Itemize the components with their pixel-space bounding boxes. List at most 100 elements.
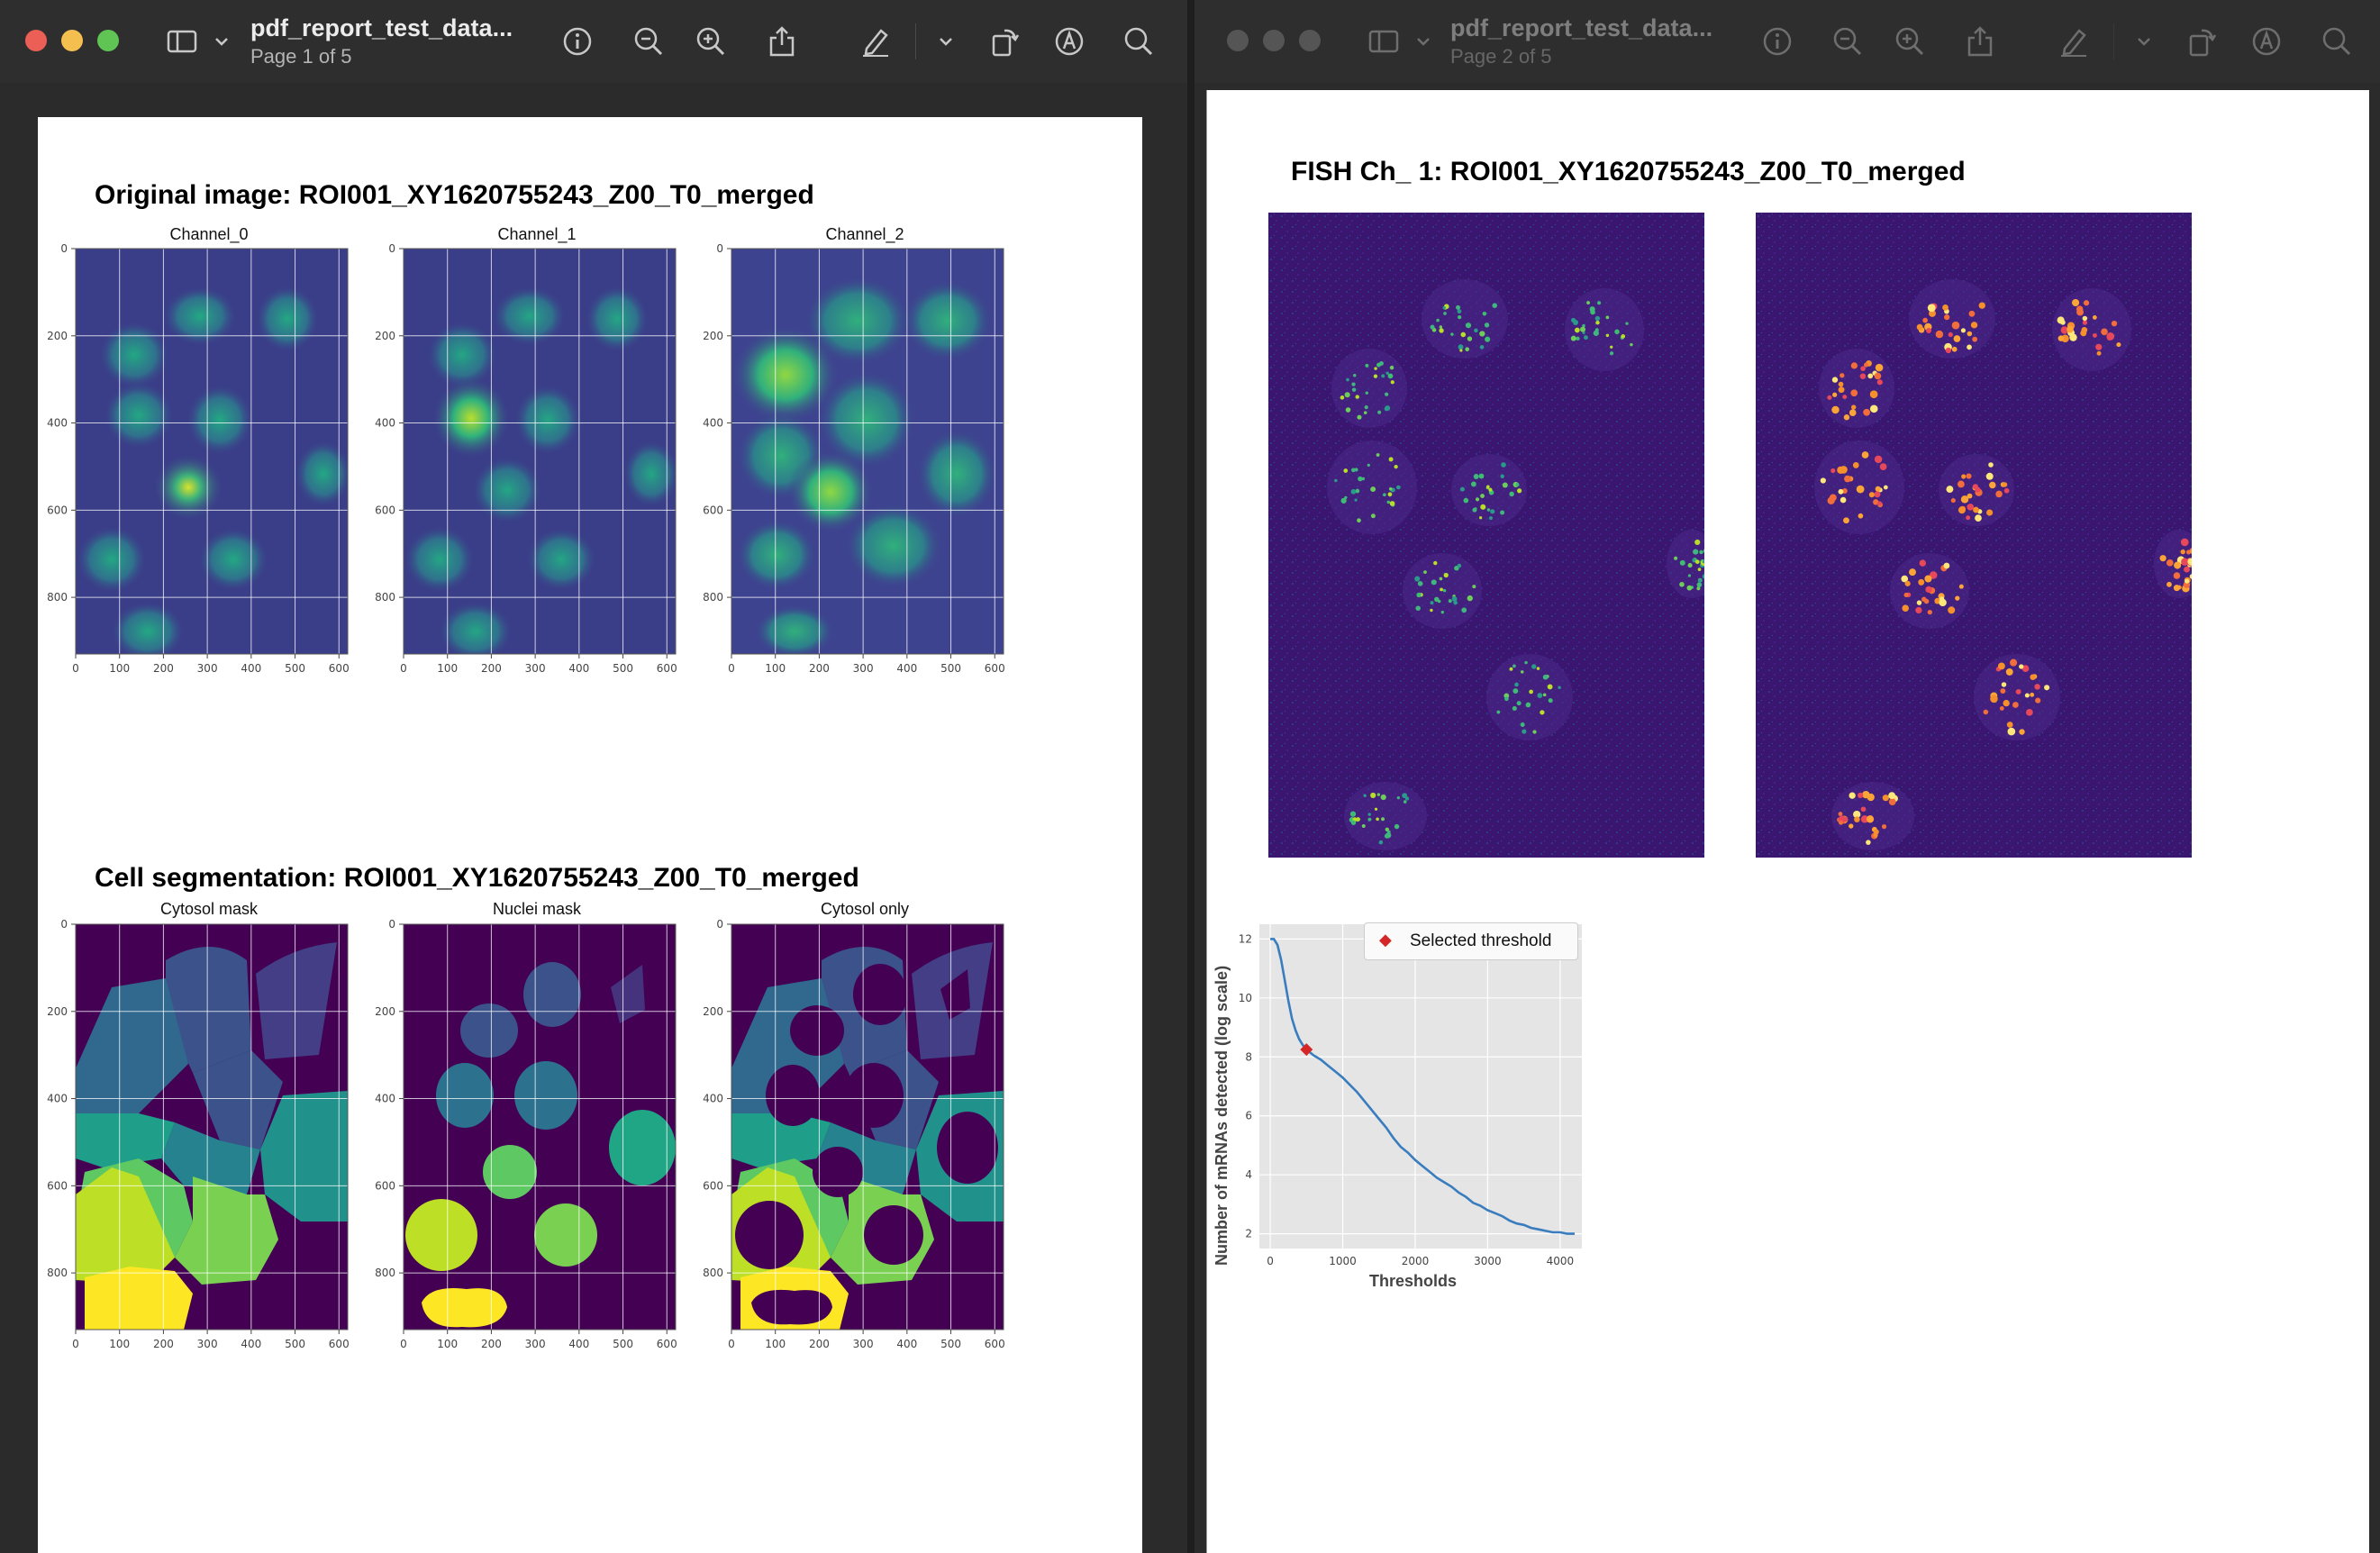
fish-spot [1431, 579, 1437, 586]
fish-spot [1439, 328, 1444, 333]
sidebar-toggle-button[interactable] [166, 25, 198, 58]
fish-spot [1463, 497, 1469, 504]
y-tick-label: 400 [703, 1093, 723, 1105]
markup-options-button[interactable] [2128, 25, 2150, 58]
fish-spot [1525, 702, 1531, 708]
y-tick-label: 600 [47, 504, 68, 516]
detected-spot [1873, 832, 1878, 838]
y-tick-label: 600 [375, 504, 395, 516]
markup-button[interactable] [2058, 25, 2090, 58]
fish-spot [1456, 304, 1461, 310]
x-tick-label: 100 [437, 662, 458, 675]
x-tick-label: 400 [568, 1338, 589, 1350]
detected-spot [1850, 389, 1858, 397]
detected-spot [2069, 333, 2077, 341]
fish-spot [1389, 501, 1395, 506]
fish-spot [1697, 568, 1702, 571]
sidebar-options-button[interactable] [1407, 25, 1430, 58]
detected-spot [2095, 343, 2103, 350]
detected-spot [2067, 325, 2074, 333]
y-tick-label: 400 [47, 417, 68, 430]
x-tick-label: 100 [109, 662, 130, 675]
detected-spot [1904, 580, 1911, 586]
fish-spot [1439, 325, 1443, 329]
info-button[interactable] [1761, 25, 1794, 58]
minimize-window-button[interactable] [61, 30, 83, 51]
detected-spot [1849, 409, 1857, 416]
document-title: pdf_report_test_data... [250, 14, 513, 41]
fish-spot [1376, 817, 1379, 822]
fish-spot [1610, 345, 1613, 349]
fish-spot [1524, 660, 1528, 665]
fish-spot [1478, 473, 1485, 479]
detected-spot [1838, 386, 1845, 394]
fish-spot [1614, 329, 1620, 335]
fish-spot [1520, 722, 1525, 727]
detected-spot [1844, 475, 1851, 483]
minimize-window-button[interactable] [1263, 30, 1285, 51]
rotate-button[interactable] [988, 25, 1021, 58]
annotate-button[interactable] [1053, 25, 1086, 58]
fish-spot [1570, 317, 1576, 323]
sidebar-toggle-button[interactable] [1367, 25, 1400, 58]
detected-spot [1935, 330, 1944, 339]
detected-spot [1860, 366, 1866, 371]
y-tick-label: 200 [375, 1005, 395, 1018]
y-tick-label: 600 [703, 1179, 723, 1192]
fish-spot [1584, 335, 1588, 341]
close-window-button[interactable] [25, 30, 47, 51]
detected-spot [1916, 323, 1923, 331]
fish-spot [1390, 380, 1394, 385]
chart-legend: ◆ Selected threshold [1364, 922, 1578, 960]
annotate-button[interactable] [2250, 25, 2283, 58]
detected-spot [2180, 538, 2189, 547]
fish-spot [1364, 404, 1368, 410]
detected-spot [1837, 466, 1845, 474]
markup-options-button[interactable] [930, 25, 952, 58]
fish-spot [1465, 322, 1472, 329]
info-button[interactable] [561, 25, 594, 58]
zoom-in-button[interactable] [695, 25, 727, 58]
close-window-button[interactable] [1227, 30, 1249, 51]
detected-spot [1966, 515, 1971, 521]
fish-spot [1430, 601, 1434, 605]
fish-spot [1574, 327, 1580, 333]
fish-spot [1370, 792, 1376, 799]
fish-spot [1496, 710, 1501, 714]
search-button[interactable] [2321, 25, 2353, 58]
zoom-window-button[interactable] [97, 30, 119, 51]
rotate-button[interactable] [2185, 25, 2218, 58]
zoom-out-button[interactable] [632, 25, 665, 58]
search-button[interactable] [1122, 25, 1155, 58]
x-tick-label: 600 [985, 662, 1005, 675]
markup-pen-icon [863, 29, 888, 57]
x-tick-label: 500 [613, 662, 633, 675]
detected-spot [1850, 404, 1857, 410]
y-tick-label: 800 [47, 591, 68, 604]
x-tick-label: 100 [109, 1338, 130, 1350]
share-button[interactable] [766, 25, 798, 58]
detected-spot [2101, 328, 2108, 336]
sidebar-options-button[interactable] [205, 25, 228, 58]
y-tick-label: 2 [1245, 1228, 1252, 1240]
fish-spot [1465, 347, 1470, 352]
fish-spots-detected-image [1756, 213, 2192, 858]
fish-spot [1430, 608, 1433, 613]
panel-frame [403, 248, 677, 655]
detected-spot [2173, 585, 2180, 592]
detected-spot [1843, 414, 1850, 421]
fish-spot [1388, 457, 1394, 462]
zoom-in-button[interactable] [1894, 25, 1926, 58]
detected-spot [2057, 316, 2065, 324]
y-tick-label: 200 [703, 330, 723, 342]
zoom-out-button[interactable] [1831, 25, 1864, 58]
fish-spot [1699, 549, 1703, 555]
fish-spot [1480, 504, 1486, 510]
detected-spot [1951, 321, 1960, 330]
zoom-window-button[interactable] [1299, 30, 1321, 51]
share-button[interactable] [1964, 25, 1996, 58]
detected-spot [2019, 664, 2024, 669]
chevron-down-icon [940, 38, 952, 46]
zoom-out-icon [634, 27, 663, 56]
markup-button[interactable] [859, 25, 892, 58]
